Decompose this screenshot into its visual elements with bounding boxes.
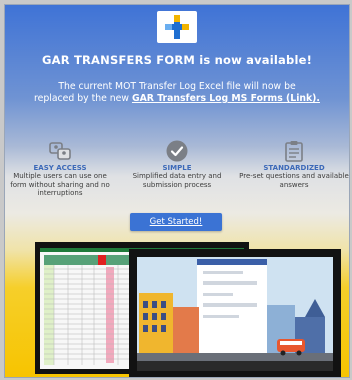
feature-standardized: STANDARDIZED Pre-set questions and avail… (239, 139, 349, 189)
tablet-screen (137, 257, 333, 361)
get-started-button[interactable]: Get Started! (130, 213, 222, 231)
feature-text: Simplified data entry and submission pro… (132, 172, 222, 189)
description-line-2: replaced by the new GAR Transfers Log MS… (19, 93, 335, 105)
check-circle-icon (166, 140, 188, 162)
transfer-logo-icon (165, 15, 189, 39)
description-line-1: The current MOT Transfer Log Excel file … (58, 81, 296, 92)
feature-simple: SIMPLE Simplified data entry and submiss… (122, 139, 232, 189)
description: The current MOT Transfer Log Excel file … (19, 81, 335, 105)
announcement-card: GAR TRANSFERS FORM is now available! The… (4, 4, 350, 378)
tablet-illustration (129, 249, 341, 377)
users-share-icon (49, 142, 71, 160)
feature-title: STANDARDIZED (263, 164, 325, 172)
description-prefix: replaced by the new (34, 93, 132, 104)
feature-title: EASY ACCESS (33, 164, 87, 172)
city-form-graphic (137, 257, 333, 361)
forms-link[interactable]: GAR Transfers Log MS Forms (Link). (132, 93, 320, 104)
clipboard-icon (285, 141, 303, 162)
feature-text: Multiple users can use one form without … (10, 172, 110, 197)
tablet-taskbar (137, 361, 333, 371)
feature-text: Pre-set questions and available answers (239, 172, 349, 189)
logo (157, 11, 197, 43)
headline: GAR TRANSFERS FORM is now available! (41, 53, 313, 67)
feature-easy-access: EASY ACCESS Multiple users can use one f… (5, 139, 115, 198)
feature-title: SIMPLE (162, 164, 192, 172)
